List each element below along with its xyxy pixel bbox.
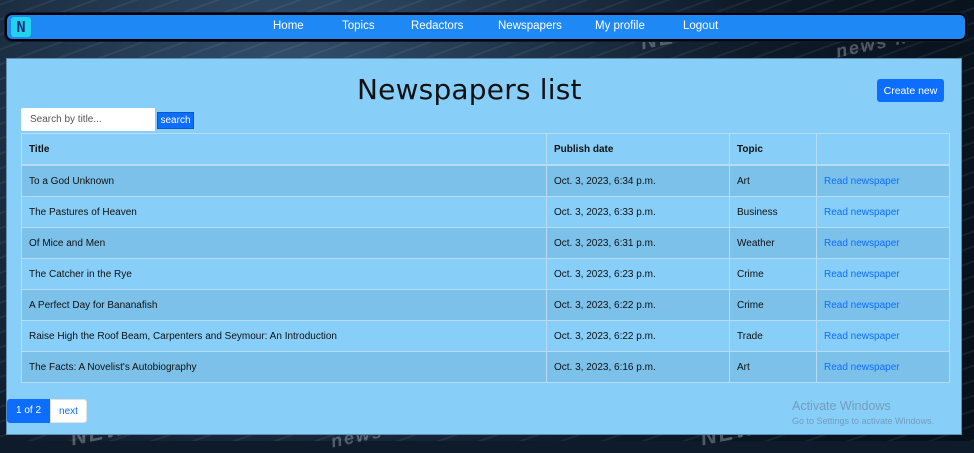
- nav-topics-link[interactable]: Topics: [342, 20, 375, 32]
- nav-home-link[interactable]: Home: [273, 20, 304, 32]
- pagination-next-link[interactable]: next: [50, 399, 87, 423]
- search-button[interactable]: search: [157, 112, 194, 129]
- read-newspaper-link[interactable]: Read newspaper: [824, 238, 900, 249]
- cell-actions: Read newspaper: [816, 320, 950, 352]
- cell-topic: Art: [729, 164, 817, 197]
- cell-title: To a God Unknown: [21, 164, 547, 197]
- cell-publish-date: Oct. 3, 2023, 6:31 p.m.: [546, 227, 730, 259]
- nav-links: Home Topics Redactors Newspapers My prof…: [5, 13, 967, 41]
- column-header-actions: [816, 133, 950, 166]
- cell-title: The Pastures of Heaven: [21, 196, 547, 228]
- cell-publish-date: Oct. 3, 2023, 6:34 p.m.: [546, 164, 730, 197]
- nav-my-profile-link[interactable]: My profile: [595, 20, 645, 32]
- table-row: The Facts: A Novelist's Autobiography Oc…: [21, 351, 950, 383]
- cell-topic: Trade: [729, 320, 817, 352]
- table-header-row: Title Publish date Topic: [21, 133, 950, 166]
- newspapers-table: Title Publish date Topic To a God Unknow…: [21, 133, 950, 383]
- activate-windows-watermark: Activate Windows Go to Settings to activ…: [792, 399, 934, 426]
- read-newspaper-link[interactable]: Read newspaper: [824, 176, 900, 187]
- cell-publish-date: Oct. 3, 2023, 6:16 p.m.: [546, 351, 730, 383]
- cell-title: The Catcher in the Rye: [21, 258, 547, 290]
- read-newspaper-link[interactable]: Read newspaper: [824, 362, 900, 373]
- watermark-subtitle: Go to Settings to activate Windows.: [792, 416, 935, 426]
- read-newspaper-link[interactable]: Read newspaper: [824, 207, 900, 218]
- cell-topic: Crime: [729, 258, 817, 290]
- cell-actions: Read newspaper: [816, 196, 950, 228]
- pagination: 1 of 2 next: [7, 399, 87, 423]
- cell-actions: Read newspaper: [816, 351, 950, 383]
- create-new-button[interactable]: Create new: [877, 79, 944, 102]
- table-row: The Pastures of Heaven Oct. 3, 2023, 6:3…: [21, 196, 950, 228]
- read-newspaper-link[interactable]: Read newspaper: [824, 269, 900, 280]
- cell-publish-date: Oct. 3, 2023, 6:33 p.m.: [546, 196, 730, 228]
- cell-actions: Read newspaper: [816, 289, 950, 321]
- column-header-publish-date: Publish date: [546, 133, 730, 166]
- cell-actions: Read newspaper: [816, 164, 950, 197]
- nav-redactors-link[interactable]: Redactors: [411, 20, 463, 32]
- column-header-topic: Topic: [729, 133, 817, 166]
- table-row: Of Mice and Men Oct. 3, 2023, 6:31 p.m. …: [21, 227, 950, 259]
- cell-topic: Business: [729, 196, 817, 228]
- cell-title: The Facts: A Novelist's Autobiography: [21, 351, 547, 383]
- nav-logout-link[interactable]: Logout: [683, 20, 718, 32]
- watermark-title: Activate Windows: [792, 399, 891, 413]
- cell-publish-date: Oct. 3, 2023, 6:23 p.m.: [546, 258, 730, 290]
- cell-topic: Art: [729, 351, 817, 383]
- cell-actions: Read newspaper: [816, 227, 950, 259]
- main-panel: Newspapers list Create new search Title …: [6, 58, 962, 435]
- cell-publish-date: Oct. 3, 2023, 6:22 p.m.: [546, 289, 730, 321]
- read-newspaper-link[interactable]: Read newspaper: [824, 300, 900, 311]
- cell-topic: Crime: [729, 289, 817, 321]
- cell-actions: Read newspaper: [816, 258, 950, 290]
- read-newspaper-link[interactable]: Read newspaper: [824, 331, 900, 342]
- page-title: Newspapers list: [357, 73, 582, 106]
- table-row: Raise High the Roof Beam, Carpenters and…: [21, 320, 950, 352]
- cell-title: Raise High the Roof Beam, Carpenters and…: [21, 320, 547, 352]
- cell-title: Of Mice and Men: [21, 227, 547, 259]
- table-row: To a God Unknown Oct. 3, 2023, 6:34 p.m.…: [21, 164, 950, 197]
- top-navbar: N Home Topics Redactors Newspapers My pr…: [4, 12, 968, 42]
- table-row: The Catcher in the Rye Oct. 3, 2023, 6:2…: [21, 258, 950, 290]
- pagination-current: 1 of 2: [7, 399, 51, 423]
- cell-publish-date: Oct. 3, 2023, 6:22 p.m.: [546, 320, 730, 352]
- nav-newspapers-link[interactable]: Newspapers: [498, 20, 562, 32]
- search-input[interactable]: [21, 108, 155, 131]
- column-header-title: Title: [21, 133, 547, 166]
- cell-title: A Perfect Day for Bananafish: [21, 289, 547, 321]
- table-row: A Perfect Day for Bananafish Oct. 3, 202…: [21, 289, 950, 321]
- cell-topic: Weather: [729, 227, 817, 259]
